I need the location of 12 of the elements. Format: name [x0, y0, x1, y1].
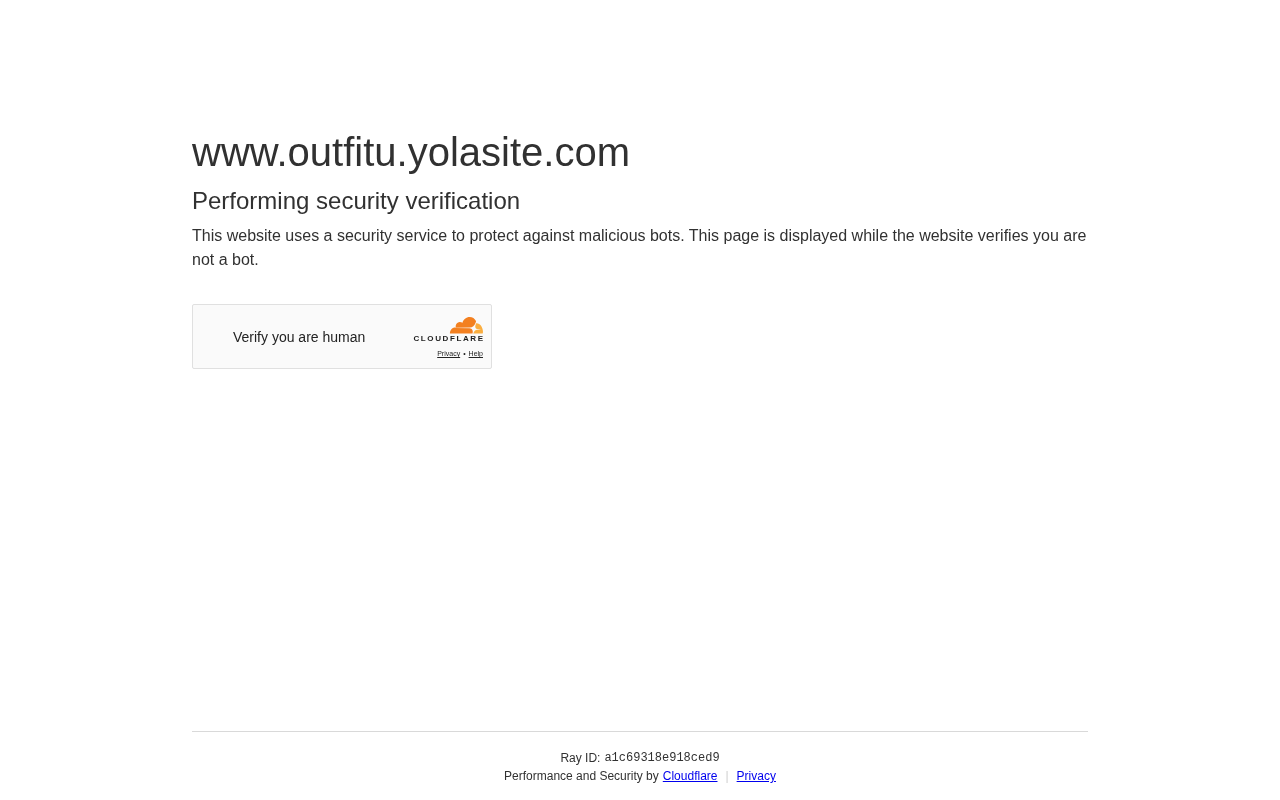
link-separator: | [725, 768, 729, 785]
footer-link[interactable]: Cloudflare [662, 767, 718, 785]
cloud-logo-icon [447, 317, 483, 334]
credit-text: Performance and Security by [504, 768, 659, 785]
page-heading: Performing security verification [192, 186, 522, 216]
verify-label[interactable]: Verify you are human [233, 328, 366, 345]
ray-id-value: a1c69318e918ced9 [604, 750, 720, 767]
brand-wordmark: CLOUDFLARE [413, 334, 485, 344]
description-text: This website uses a security service to protect against malicious bots. This page is displayed while the website verifies you are not a bot. [192, 226, 1088, 270]
site-title: www.outfitu.yolasite.com [192, 129, 631, 176]
ray-id-label: Ray ID: [560, 750, 601, 767]
footer-link[interactable]: Privacy [736, 767, 776, 785]
